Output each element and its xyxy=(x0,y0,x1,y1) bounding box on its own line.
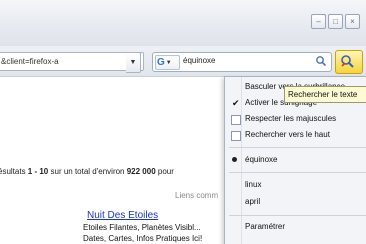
chevron-down-icon: ▼ xyxy=(165,59,172,66)
close-icon[interactable]: × xyxy=(345,14,360,29)
menu-item-label: april xyxy=(245,197,261,206)
ad-description-line: Etoiles Filantes, Planètes Visibl... xyxy=(83,223,201,232)
menu-separator xyxy=(229,147,366,148)
results-count: 922 000 xyxy=(126,167,156,176)
menu-item-label: Rechercher vers le haut xyxy=(245,130,330,139)
minimize-icon[interactable]: – xyxy=(311,14,326,29)
menu-item-label: Paramétrer xyxy=(245,222,286,231)
title-bar: – □ × xyxy=(0,0,366,47)
window-controls: – □ × xyxy=(311,14,360,29)
browser-window: – □ × &client=firefox-a ▼ G ▼ équinoxe é… xyxy=(0,0,366,244)
search-input[interactable]: équinoxe xyxy=(183,56,215,65)
address-text: &client=firefox-a xyxy=(1,57,59,66)
search-box[interactable]: G ▼ équinoxe xyxy=(152,52,332,72)
checkbox-icon xyxy=(231,115,241,125)
highlighter-icon xyxy=(341,55,354,68)
menu-item-match-case[interactable]: Respecter les majuscules xyxy=(225,111,366,127)
address-bar[interactable]: &client=firefox-a xyxy=(0,52,144,71)
navigation-toolbar: &client=firefox-a ▼ G ▼ équinoxe xyxy=(0,46,366,77)
menu-separator xyxy=(229,215,366,216)
sponsored-links-header: Liens comm xyxy=(175,191,219,200)
results-summary: ésultats 1 - 10 sur un total d'environ 9… xyxy=(0,167,174,176)
ad-description-line: Dates, Cartes, Infos Pratiques Ici! xyxy=(83,234,203,243)
search-icon[interactable] xyxy=(315,55,327,67)
menu-item-history-linux[interactable]: linux xyxy=(225,177,366,193)
search-engine-selector[interactable]: G ▼ xyxy=(155,55,180,70)
checkmark-icon: ✔ xyxy=(232,98,240,108)
maximize-icon[interactable]: □ xyxy=(328,14,343,29)
highlight-search-button[interactable] xyxy=(335,50,363,74)
menu-item-history-equinoxe[interactable]: équinoxe xyxy=(225,152,366,168)
checkbox-icon xyxy=(231,131,241,141)
address-dropdown-icon[interactable]: ▼ xyxy=(126,52,141,73)
results-middle: sur un total d'environ xyxy=(48,167,127,176)
menu-item-label: Respecter les majuscules xyxy=(245,114,337,123)
google-icon: G xyxy=(157,57,165,68)
results-suffix: pour xyxy=(155,167,174,176)
results-range: 1 - 10 xyxy=(27,167,49,176)
tooltip: Rechercher le texte xyxy=(284,86,366,103)
menu-item-history-april[interactable]: april xyxy=(225,194,366,210)
menu-separator xyxy=(229,172,366,173)
menu-item-search-up[interactable]: Rechercher vers le haut xyxy=(225,127,366,143)
radio-selected-icon xyxy=(232,157,237,162)
menu-item-label: linux xyxy=(245,180,262,189)
menu-item-label: équinoxe xyxy=(245,155,278,164)
results-prefix: ésultats xyxy=(0,167,28,176)
ad-title-link[interactable]: Nuit Des Etoiles xyxy=(87,210,158,221)
menu-item-settings[interactable]: Paramétrer xyxy=(225,219,366,235)
